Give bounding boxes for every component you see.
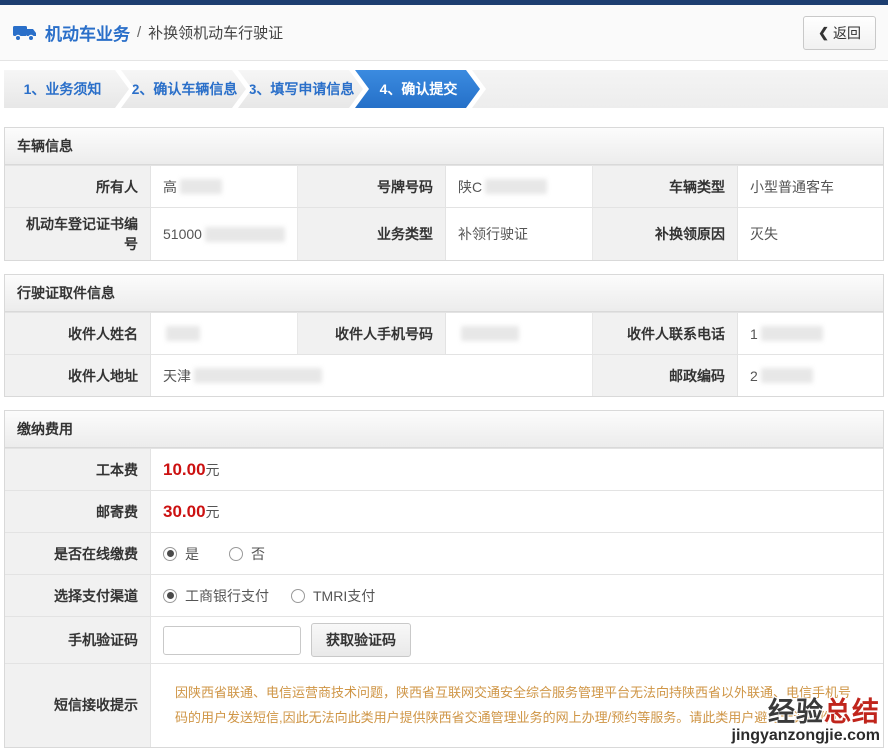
- breadcrumb-section: 机动车业务: [45, 25, 130, 44]
- recipient-mobile-value: [446, 312, 593, 354]
- postage-fee-unit: 元: [205, 503, 220, 520]
- redacted-blur: [760, 326, 823, 341]
- reg-cert-label: 机动车登记证书编号: [5, 207, 151, 260]
- postal-code-label: 邮政编码: [593, 354, 738, 396]
- step-bar-filler: [472, 70, 888, 108]
- tab-step-2[interactable]: 2、确认车辆信息: [121, 70, 246, 108]
- postage-fee-label: 邮寄费: [5, 490, 151, 532]
- online-payment-label: 是否在线缴费: [5, 532, 151, 574]
- radio-selected-icon[interactable]: [163, 588, 177, 603]
- payment-channel-options: 工商银行支付 TMRI支付: [151, 574, 883, 616]
- radio-selected-icon[interactable]: [163, 546, 177, 561]
- sms-notice-text-cell: 因陕西省联通、电信运营商技术问题，陕西省互联网交通安全综合服务管理平台无法向持陕…: [151, 663, 883, 747]
- redacted-blur: [180, 179, 222, 194]
- channel-icbc-option[interactable]: 工商银行支付: [163, 586, 269, 606]
- tab-step-3[interactable]: 3、填写申请信息: [238, 70, 363, 108]
- page-title: 补换领机动车行驶证: [148, 25, 284, 42]
- vehicle-info-title: 车辆信息: [5, 128, 883, 165]
- back-button[interactable]: ❮ 返回: [803, 15, 876, 50]
- vehicle-type-label: 车辆类型: [593, 165, 738, 207]
- redacted-blur: [760, 368, 813, 383]
- recipient-address-label: 收件人地址: [5, 354, 151, 396]
- production-fee-label: 工本费: [5, 448, 151, 490]
- online-payment-yes-label: 是: [185, 545, 199, 562]
- page-header: 机动车业务 / 补换领机动车行驶证 ❮ 返回: [0, 5, 888, 61]
- redacted-blur: [485, 179, 548, 194]
- sms-code-input[interactable]: [163, 625, 301, 655]
- plate-label: 号牌号码: [298, 165, 446, 207]
- recipient-mobile-label: 收件人手机号码: [298, 312, 446, 354]
- reason-value: 灭失: [738, 207, 883, 260]
- sms-notice-text: 因陕西省联通、电信运营商技术问题，陕西省互联网交通安全综合服务管理平台无法向持陕…: [175, 685, 852, 726]
- fee-panel-title: 缴纳费用: [5, 411, 883, 448]
- sms-notice-label: 短信接收提示: [5, 663, 151, 747]
- redacted-blur: [461, 326, 519, 341]
- recipient-phone-label: 收件人联系电话: [593, 312, 738, 354]
- breadcrumb-separator: /: [137, 24, 142, 41]
- reg-cert-value: 51000: [151, 207, 298, 260]
- tab-step-4[interactable]: 4、确认提交: [355, 70, 480, 108]
- production-fee-amount: 10.00: [163, 459, 206, 479]
- sms-code-row: 获取验证码: [151, 616, 883, 663]
- recipient-address-value: 天津: [151, 354, 593, 396]
- owner-value: 高: [151, 165, 298, 207]
- owner-label: 所有人: [5, 165, 151, 207]
- online-payment-no-option[interactable]: 否: [229, 544, 265, 564]
- pickup-info-title: 行驶证取件信息: [5, 275, 883, 312]
- redacted-blur: [166, 326, 200, 341]
- radio-unselected-icon[interactable]: [291, 588, 305, 603]
- redacted-blur: [204, 226, 285, 242]
- page: 机动车业务 / 补换领机动车行驶证 ❮ 返回 1、业务须知 2、确认车辆信息 3…: [0, 0, 888, 755]
- truck-icon: [13, 25, 36, 41]
- business-type-label: 业务类型: [298, 207, 446, 260]
- production-fee-unit: 元: [205, 461, 220, 478]
- channel-tmri-option[interactable]: TMRI支付: [291, 586, 375, 606]
- vehicle-type-value: 小型普通客车: [738, 165, 883, 207]
- breadcrumb: 机动车业务 / 补换领机动车行驶证: [12, 20, 283, 45]
- tab-step-1[interactable]: 1、业务须知: [4, 70, 129, 108]
- sms-code-label: 手机验证码: [5, 616, 151, 663]
- recipient-name-value: [151, 312, 298, 354]
- radio-unselected-icon[interactable]: [229, 546, 243, 561]
- payment-channel-label: 选择支付渠道: [5, 574, 151, 616]
- online-payment-options: 是 否: [151, 532, 883, 574]
- back-chevron-icon: ❮: [818, 24, 829, 40]
- get-code-button[interactable]: 获取验证码: [311, 623, 411, 657]
- back-button-label: 返回: [833, 24, 861, 41]
- channel-icbc-label: 工商银行支付: [185, 587, 269, 604]
- step-navigation: 1、业务须知 2、确认车辆信息 3、填写申请信息 4、确认提交: [4, 70, 888, 108]
- online-payment-yes-option[interactable]: 是: [163, 544, 199, 564]
- recipient-name-label: 收件人姓名: [5, 312, 151, 354]
- online-payment-no-label: 否: [251, 545, 265, 562]
- channel-tmri-label: TMRI支付: [313, 587, 376, 604]
- production-fee-value: 10.00 元: [151, 448, 883, 490]
- recipient-phone-value: 1: [738, 312, 883, 354]
- postage-fee-value: 30.00 元: [151, 490, 883, 532]
- redacted-blur: [194, 368, 322, 383]
- postage-fee-amount: 30.00: [163, 501, 206, 521]
- pickup-info-panel: 行驶证取件信息 收件人姓名 收件人手机号码 收件人联系电话 1 收件人地址 天津…: [4, 274, 884, 397]
- business-type-value: 补领行驶证: [446, 207, 593, 260]
- fee-panel: 缴纳费用 工本费 10.00 元 邮寄费 30.00 元 是否在线缴费 是 否 选择…: [4, 410, 884, 748]
- plate-value: 陕C: [446, 165, 593, 207]
- vehicle-info-panel: 车辆信息 所有人 高 号牌号码 陕C 车辆类型 小型普通客车 机动车登记证书编号…: [4, 127, 884, 261]
- reason-label: 补换领原因: [593, 207, 738, 260]
- postal-code-value: 2: [738, 354, 883, 396]
